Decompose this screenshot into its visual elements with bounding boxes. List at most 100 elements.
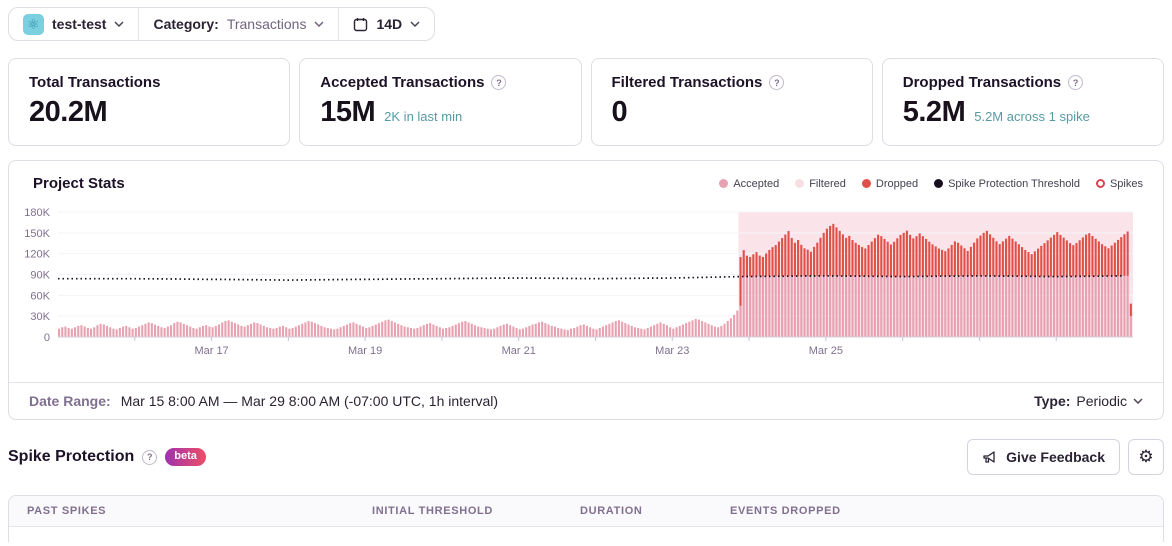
help-icon[interactable]: ? [142, 449, 158, 465]
bar-accepted[interactable] [317, 324, 320, 338]
bar-accepted[interactable] [326, 327, 329, 337]
bar-accepted[interactable] [310, 321, 313, 337]
bar-accepted[interactable] [182, 323, 185, 337]
bar-dropped[interactable] [851, 240, 854, 277]
bar-accepted[interactable] [1081, 276, 1084, 337]
bar-accepted[interactable] [323, 327, 326, 337]
bar-accepted[interactable] [509, 325, 512, 337]
bar-accepted[interactable] [105, 325, 109, 337]
bar-dropped[interactable] [1049, 237, 1052, 277]
bar-dropped[interactable] [921, 236, 924, 277]
bar-accepted[interactable] [240, 325, 243, 337]
bar-accepted[interactable] [854, 276, 857, 337]
bar-accepted[interactable] [67, 327, 70, 337]
bar-accepted[interactable] [307, 321, 310, 337]
bar-dropped[interactable] [813, 246, 816, 276]
category-selector[interactable]: Category: Transactions [138, 8, 338, 40]
bar-accepted[interactable] [857, 276, 860, 337]
bar-accepted[interactable] [166, 326, 169, 337]
bar-accepted[interactable] [1043, 276, 1046, 337]
bar-accepted[interactable] [169, 325, 173, 337]
bar-dropped[interactable] [1104, 246, 1107, 277]
bar-accepted[interactable] [829, 275, 832, 337]
bar-accepted[interactable] [835, 275, 838, 337]
bar-accepted[interactable] [419, 326, 422, 337]
bar-accepted[interactable] [288, 328, 291, 337]
bar-accepted[interactable] [960, 276, 963, 337]
bar-accepted[interactable] [96, 325, 99, 337]
bar-accepted[interactable] [521, 328, 525, 337]
bar-accepted[interactable] [397, 323, 400, 337]
bar-accepted[interactable] [822, 275, 825, 337]
bar-accepted[interactable] [1129, 316, 1132, 337]
bar-accepted[interactable] [745, 276, 748, 337]
bar-accepted[interactable] [720, 325, 723, 337]
bar-accepted[interactable] [128, 327, 131, 337]
bar-dropped[interactable] [985, 230, 988, 276]
bar-accepted[interactable] [701, 321, 704, 337]
bar-accepted[interactable] [227, 320, 230, 337]
bar-dropped[interactable] [995, 241, 998, 277]
bar-accepted[interactable] [441, 328, 445, 337]
table-row[interactable] [9, 527, 1163, 542]
bar-accepted[interactable] [1120, 275, 1123, 337]
bar-accepted[interactable] [512, 326, 515, 337]
bar-accepted[interactable] [909, 276, 912, 337]
bar-accepted[interactable] [592, 328, 595, 337]
bar-dropped[interactable] [838, 230, 841, 277]
bar-accepted[interactable] [569, 328, 573, 337]
bar-accepted[interactable] [601, 326, 604, 337]
bar-accepted[interactable] [918, 276, 921, 337]
bar-accepted[interactable] [1027, 276, 1030, 337]
bar-dropped[interactable] [755, 252, 758, 277]
bar-accepted[interactable] [784, 276, 787, 337]
bar-dropped[interactable] [937, 248, 940, 277]
bar-accepted[interactable] [579, 325, 582, 337]
bar-dropped[interactable] [912, 238, 915, 277]
bar-accepted[interactable] [950, 276, 953, 337]
bar-accepted[interactable] [464, 321, 467, 337]
bar-dropped[interactable] [989, 234, 992, 276]
bar-accepted[interactable] [832, 275, 835, 337]
bar-dropped[interactable] [845, 237, 848, 277]
bar-accepted[interactable] [995, 276, 998, 337]
bar-dropped[interactable] [1120, 237, 1123, 276]
bar-accepted[interactable] [221, 322, 224, 337]
bar-accepted[interactable] [1078, 276, 1081, 337]
bar-accepted[interactable] [985, 275, 988, 337]
bar-accepted[interactable] [406, 327, 409, 337]
bar-dropped[interactable] [841, 234, 844, 277]
bar-accepted[interactable] [205, 325, 208, 337]
bar-accepted[interactable] [886, 276, 889, 337]
bar-dropped[interactable] [803, 248, 806, 277]
bar-accepted[interactable] [291, 327, 294, 337]
bar-accepted[interactable] [173, 323, 176, 337]
legend-item-threshold[interactable]: Spike Protection Threshold [934, 178, 1080, 190]
bar-accepted[interactable] [1056, 276, 1059, 337]
bar-dropped[interactable] [771, 247, 774, 277]
bar-accepted[interactable] [1104, 276, 1107, 337]
bar-accepted[interactable] [576, 326, 579, 337]
bar-accepted[interactable] [883, 276, 886, 337]
bar-accepted[interactable] [413, 328, 416, 337]
bar-dropped[interactable] [1094, 238, 1097, 277]
bar-accepted[interactable] [774, 276, 777, 337]
bar-accepted[interactable] [694, 318, 697, 337]
bar-accepted[interactable] [896, 276, 899, 337]
bar-accepted[interactable] [675, 327, 678, 337]
bar-accepted[interactable] [208, 326, 211, 337]
bar-accepted[interactable] [915, 276, 918, 337]
bar-accepted[interactable] [531, 324, 534, 338]
bar-accepted[interactable] [477, 326, 480, 337]
bar-accepted[interactable] [813, 275, 816, 337]
bar-accepted[interactable] [400, 325, 403, 337]
bar-accepted[interactable] [624, 323, 627, 337]
bar-accepted[interactable] [1021, 276, 1024, 337]
bar-accepted[interactable] [681, 324, 684, 338]
bar-accepted[interactable] [1113, 276, 1116, 337]
bar-accepted[interactable] [160, 327, 163, 337]
bar-accepted[interactable] [595, 329, 598, 337]
bar-accepted[interactable] [486, 328, 489, 337]
bar-accepted[interactable] [589, 327, 592, 337]
bar-accepted[interactable] [201, 325, 205, 337]
